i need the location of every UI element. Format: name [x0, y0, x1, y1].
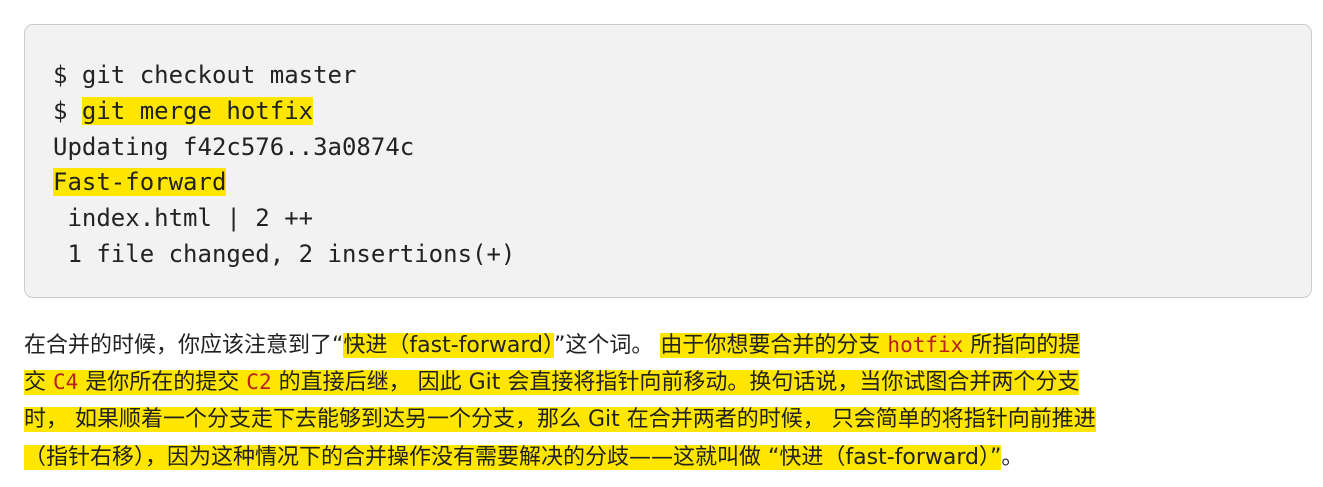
merge-command-highlight: git merge hotfix: [81, 96, 314, 125]
text-segment: 由于你想要合并的分支: [660, 333, 888, 358]
code-line-5: index.html | 2 ++: [53, 204, 314, 233]
fast-forward-highlight: Fast-forward: [53, 168, 227, 197]
code-line-3: Updating f42c576..3a0874c: [53, 132, 415, 161]
paragraph-line-4: （指针右移），因为这种情况下的合并操作没有需要解决的分歧——这就叫做 “快进（f…: [24, 439, 1314, 476]
code-line-2: $ git merge hotfix: [53, 94, 1311, 130]
code-line-1: $ git checkout master: [53, 61, 357, 89]
highlight-sentence: 交 C4 是你所在的提交 C2 的直接后继， 因此 Git 会直接将指针向前移动…: [24, 370, 1080, 396]
inline-code-hotfix: hotfix: [887, 333, 964, 357]
highlight-sentence: 由于你想要合并的分支 hotfix 所指向的提: [660, 333, 1081, 358]
explanation-paragraph: 在合并的时候，你应该注意到了“快进（fast-forward）”这个词。 由于你…: [24, 327, 1314, 476]
highlight-sentence: 时， 如果顺着一个分支走下去能够到达另一个分支，那么 Git 在合并两者的时候，…: [24, 407, 1096, 433]
inline-code-c2: C2: [246, 370, 272, 395]
text-segment: 。: [1001, 444, 1024, 470]
text-segment: 的直接后继， 因此 Git 会直接将指针向前移动。换句话说，当你试图合并两个分支: [271, 370, 1080, 396]
highlight-fast-forward: 快进（fast-forward）: [343, 333, 555, 358]
code-line-4: Fast-forward: [53, 165, 1311, 201]
code-line-6: 1 file changed, 2 insertions(+): [53, 239, 516, 268]
shell-prompt: $: [53, 96, 82, 125]
paragraph-line-3: 时， 如果顺着一个分支走下去能够到达另一个分支，那么 Git 在合并两者的时候，…: [24, 401, 1314, 438]
highlight-sentence: （指针右移），因为这种情况下的合并操作没有需要解决的分歧——这就叫做 “快进（f…: [24, 444, 1002, 470]
text-segment: ”这个词。: [554, 333, 661, 358]
code-block: $ git checkout master $ git merge hotfix…: [24, 24, 1312, 298]
paragraph-line-1: 在合并的时候，你应该注意到了“快进（fast-forward）”这个词。 由于你…: [24, 327, 1314, 364]
inline-code-c4: C4: [53, 370, 79, 395]
text-segment: 是你所在的提交: [78, 370, 247, 396]
paragraph-line-2: 交 C4 是你所在的提交 C2 的直接后继， 因此 Git 会直接将指针向前移动…: [24, 364, 1314, 401]
text-segment: 所指向的提: [963, 333, 1081, 358]
text-segment: 交: [24, 370, 53, 396]
text-segment: 在合并的时候，你应该注意到了“: [24, 333, 344, 358]
